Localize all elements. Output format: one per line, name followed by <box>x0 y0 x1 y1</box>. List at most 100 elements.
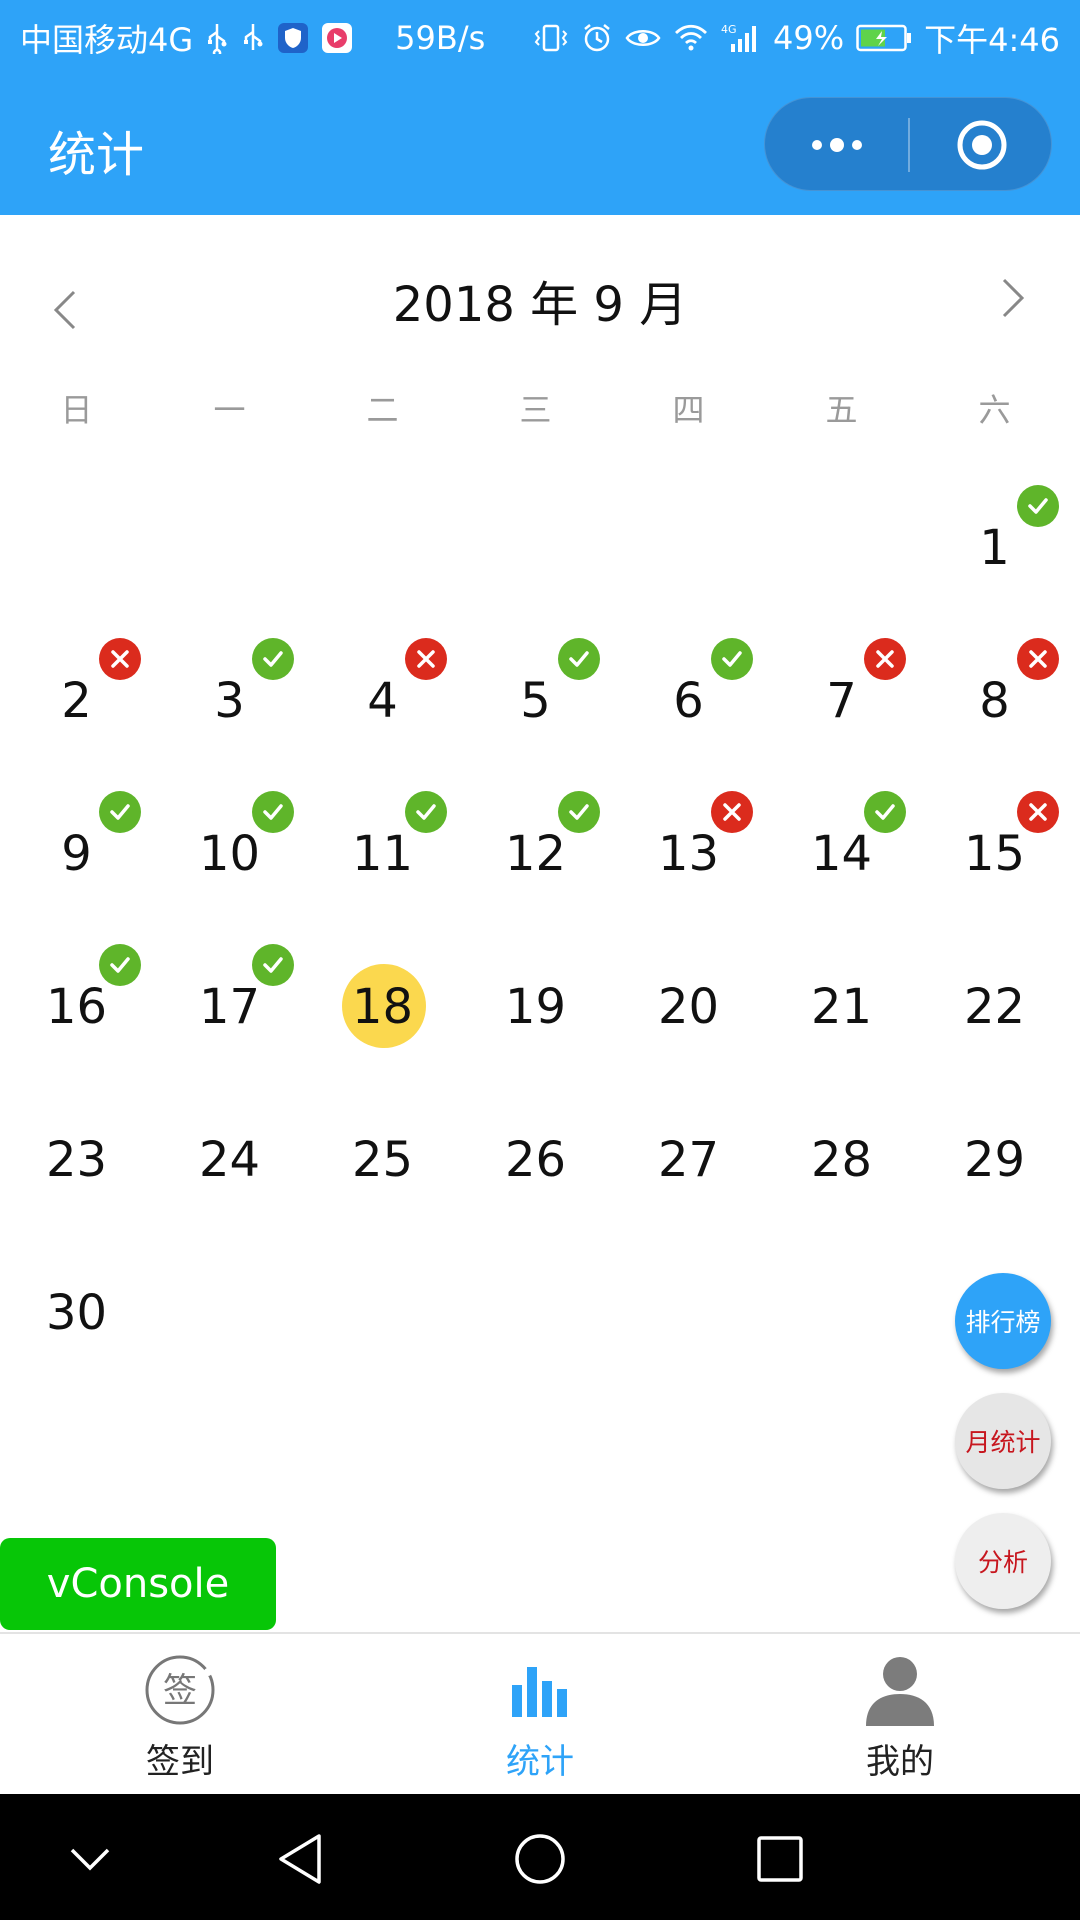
calendar-day[interactable]: 4 <box>306 613 459 766</box>
page-title: 统计 <box>48 127 145 183</box>
calendar-day[interactable]: 2 <box>0 613 153 766</box>
calendar-day[interactable]: 15 <box>918 766 1071 919</box>
cross-icon <box>1029 803 1047 821</box>
missed-badge <box>1017 791 1059 833</box>
weekday-fri: 五 <box>825 391 858 429</box>
hide-nav-button[interactable] <box>55 1824 125 1894</box>
weekday-tue: 二 <box>366 391 399 429</box>
checked-in-badge <box>1017 485 1059 527</box>
video-app-icon <box>321 22 353 54</box>
day-number: 25 <box>351 1132 414 1188</box>
month-header: 2018 年 9 月 <box>0 260 1080 350</box>
tab-sign-in[interactable]: 签 签到 <box>0 1634 360 1794</box>
leaderboard-button[interactable]: 排行榜 <box>955 1273 1051 1369</box>
calendar-day[interactable]: 27 <box>612 1072 765 1225</box>
checked-in-badge <box>99 791 141 833</box>
calendar-day[interactable]: 22 <box>918 919 1071 1072</box>
calendar-day[interactable]: 28 <box>765 1072 918 1225</box>
day-number: 27 <box>657 1132 720 1188</box>
calendar-day[interactable]: 9 <box>0 766 153 919</box>
weekday-sat: 六 <box>978 391 1011 429</box>
checked-in-badge <box>558 791 600 833</box>
battery-icon <box>856 23 912 53</box>
missed-badge <box>1017 638 1059 680</box>
checked-in-badge <box>252 791 294 833</box>
carrier-label: 中国移动4G <box>20 20 194 59</box>
calendar-day[interactable]: 20 <box>612 919 765 1072</box>
more-menu-button[interactable] <box>765 98 908 192</box>
checked-in-badge <box>864 791 906 833</box>
check-icon <box>416 804 436 820</box>
back-button[interactable] <box>265 1824 335 1894</box>
cross-icon <box>111 650 129 668</box>
weekday-header: 日 一 二 三 四 五 六 <box>0 385 1080 435</box>
chevron-down-icon <box>70 1848 110 1871</box>
check-icon <box>1028 498 1048 514</box>
calendar-day[interactable]: 24 <box>153 1072 306 1225</box>
day-number: 30 <box>45 1285 108 1341</box>
day-number: 19 <box>504 979 567 1035</box>
calendar-day[interactable]: 16 <box>0 919 153 1072</box>
home-button[interactable] <box>505 1824 575 1894</box>
calendar-day[interactable]: 12 <box>459 766 612 919</box>
tab-mine[interactable]: 我的 <box>720 1634 1080 1794</box>
cross-icon <box>876 650 894 668</box>
calendar-day[interactable]: 30 <box>0 1225 153 1378</box>
calendar-day[interactable]: 8 <box>918 613 1071 766</box>
weekday-wed: 三 <box>519 391 552 429</box>
shield-app-icon <box>277 22 309 54</box>
calendar-day[interactable]: 23 <box>0 1072 153 1225</box>
calendar-day[interactable]: 18 <box>306 919 459 1072</box>
monthly-stats-button[interactable]: 月统计 <box>955 1393 1051 1489</box>
calendar-day[interactable]: 29 <box>918 1072 1071 1225</box>
calendar-day[interactable]: 10 <box>153 766 306 919</box>
svg-text:签: 签 <box>163 1671 197 1711</box>
checked-in-badge <box>99 944 141 986</box>
status-bar: 中国移动4G 59B/s 4G 49% 下午4:46 <box>0 0 1080 75</box>
battery-percent: 49% <box>773 18 845 57</box>
checked-in-badge <box>252 638 294 680</box>
day-number: 21 <box>810 979 873 1035</box>
day-number: 18 <box>351 979 414 1035</box>
sign-in-icon: 签 <box>145 1655 215 1724</box>
tab-bar: 签 签到 统计 我的 <box>0 1632 1080 1794</box>
next-month-button[interactable] <box>988 268 1038 328</box>
calendar-day[interactable]: 1 <box>918 460 1071 613</box>
close-program-button[interactable] <box>910 98 1053 192</box>
calendar-day[interactable]: 17 <box>153 919 306 1072</box>
calendar-day[interactable]: 3 <box>153 613 306 766</box>
calendar-day[interactable]: 6 <box>612 613 765 766</box>
usb-icon <box>241 22 265 54</box>
weekday-mon: 一 <box>213 391 246 429</box>
calendar-day[interactable]: 5 <box>459 613 612 766</box>
calendar-day[interactable]: 7 <box>765 613 918 766</box>
check-icon <box>722 651 742 667</box>
analysis-button[interactable]: 分析 <box>955 1513 1051 1609</box>
recents-button[interactable] <box>745 1824 815 1894</box>
day-number: 22 <box>963 979 1026 1035</box>
missed-badge <box>711 791 753 833</box>
user-icon <box>866 1656 934 1726</box>
more-dots-icon <box>811 138 862 152</box>
check-icon <box>263 957 283 973</box>
calendar-day[interactable]: 25 <box>306 1072 459 1225</box>
weekday-sun: 日 <box>60 391 93 429</box>
calendar-day[interactable]: 11 <box>306 766 459 919</box>
vconsole-button[interactable]: vConsole <box>0 1538 276 1630</box>
calendar-day[interactable]: 26 <box>459 1072 612 1225</box>
check-icon <box>110 804 130 820</box>
calendar-day[interactable]: 13 <box>612 766 765 919</box>
eye-icon <box>625 22 661 54</box>
recents-square-icon <box>757 1836 803 1882</box>
tab-label-sign-in: 签到 <box>146 1742 214 1782</box>
calendar-day[interactable]: 19 <box>459 919 612 1072</box>
mini-program-capsule <box>764 97 1052 191</box>
tab-statistics[interactable]: 统计 <box>360 1634 720 1794</box>
cross-icon <box>723 803 741 821</box>
calendar-day[interactable]: 21 <box>765 919 918 1072</box>
calendar-day[interactable]: 14 <box>765 766 918 919</box>
back-triangle-icon <box>279 1834 321 1884</box>
checked-in-badge <box>405 791 447 833</box>
check-icon <box>569 804 589 820</box>
target-close-icon <box>957 120 1006 170</box>
